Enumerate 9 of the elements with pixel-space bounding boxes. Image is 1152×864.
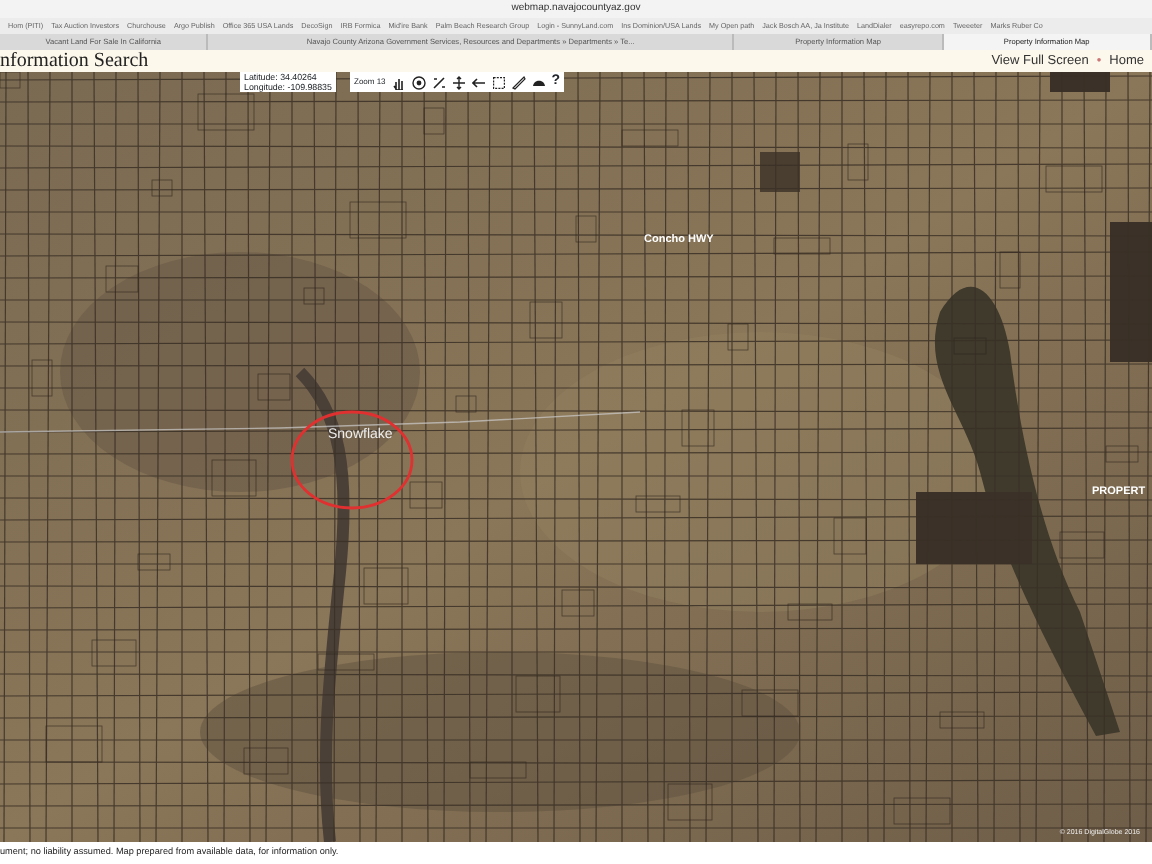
page-title: nformation Search [0,50,149,72]
select-box-icon[interactable] [491,75,506,89]
zoom-icon[interactable] [411,75,426,89]
ruler-icon[interactable] [511,75,526,89]
circle-annotation [288,408,416,512]
move-arrows-icon[interactable] [451,75,466,89]
back-arrow-icon[interactable] [471,75,486,89]
measure-icon[interactable] [431,75,446,89]
dark-parcel [760,152,800,192]
